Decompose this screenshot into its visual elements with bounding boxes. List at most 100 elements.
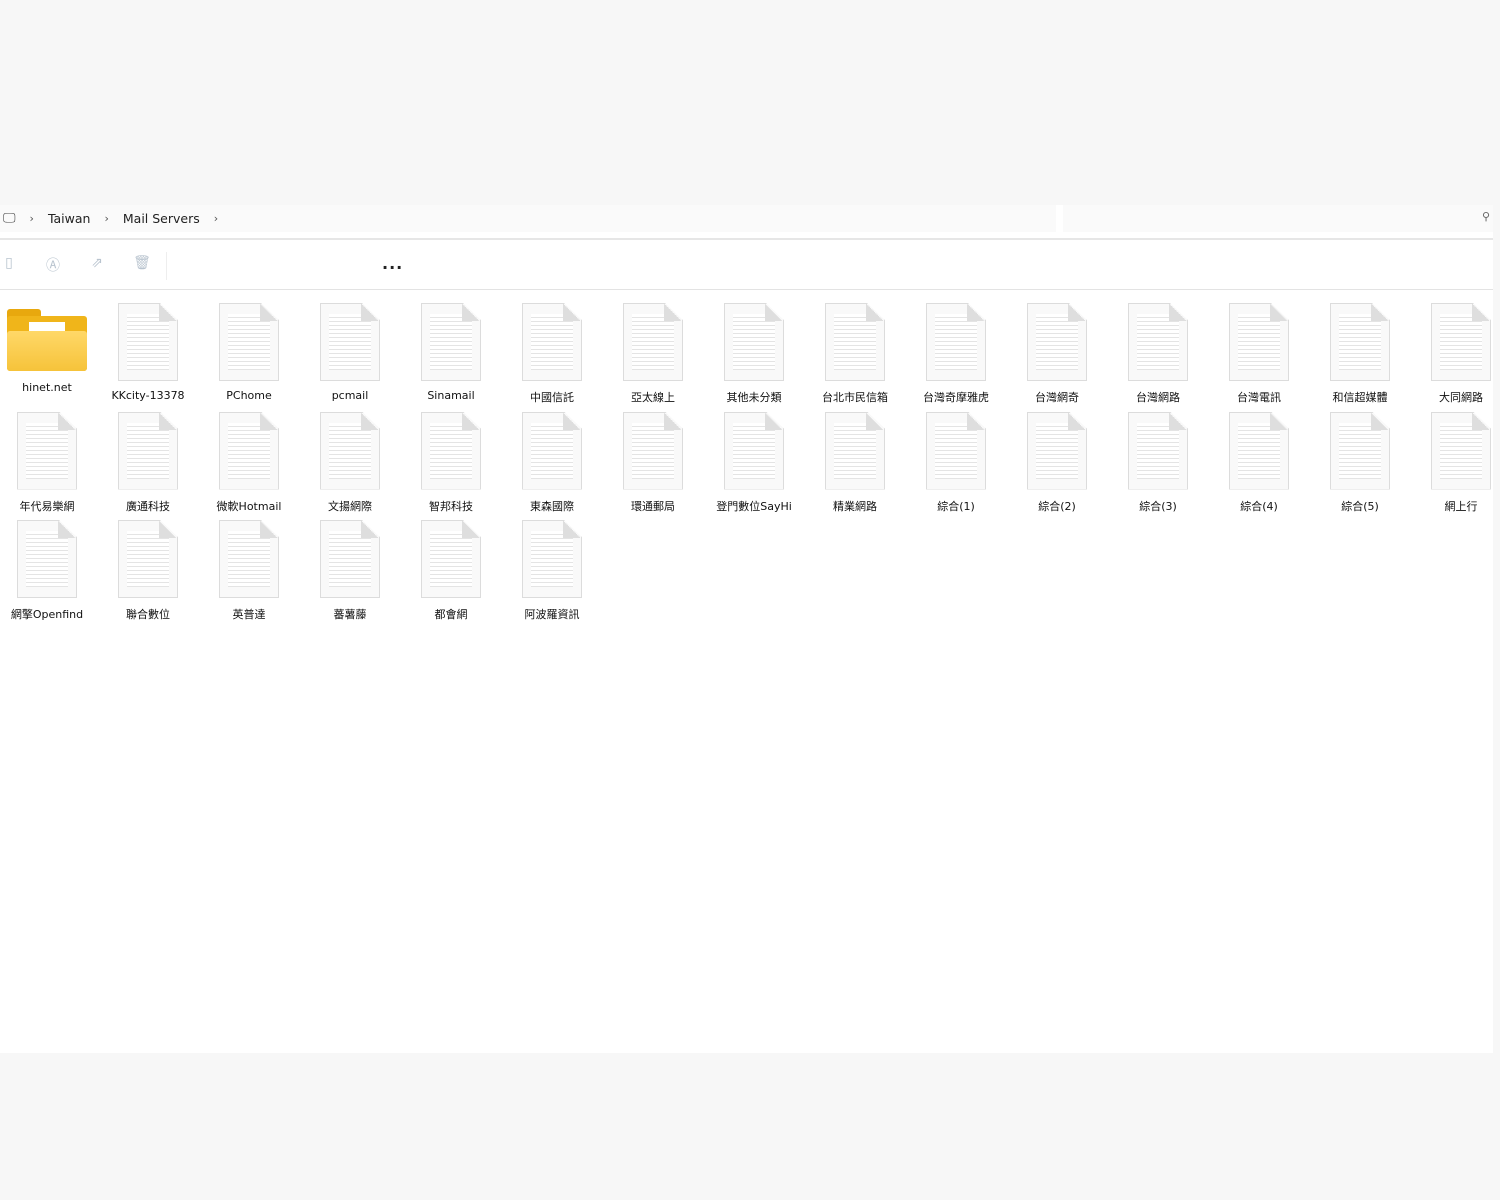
file-item[interactable]: 智邦科技	[401, 411, 501, 514]
file-name: 台北市民信箱	[822, 391, 888, 404]
document-icon	[1229, 303, 1289, 381]
file-item[interactable]: 亞太線上	[603, 303, 703, 405]
file-name: 蕃薯藤	[333, 608, 367, 621]
file-name: 其他未分類	[726, 391, 782, 404]
file-item[interactable]: 和信超媒體	[1310, 303, 1410, 405]
file-item[interactable]: 綜合(4)	[1209, 411, 1309, 514]
file-name: 和信超媒體	[1332, 391, 1388, 404]
file-item[interactable]: 廣通科技	[98, 411, 198, 514]
file-item[interactable]: 台灣奇摩雅虎	[906, 303, 1006, 405]
folder-icon	[7, 309, 87, 373]
file-name: 綜合(1)	[937, 499, 975, 513]
document-icon	[623, 303, 683, 381]
file-name: KKcity-13378	[111, 389, 185, 402]
file-item[interactable]: 綜合(3)	[1108, 411, 1208, 514]
document-icon	[219, 303, 279, 381]
document-icon	[1330, 303, 1390, 381]
document-icon	[926, 411, 986, 490]
document-icon	[219, 520, 279, 598]
file-item[interactable]: 中國信託	[502, 303, 602, 405]
file-item[interactable]: 台北市民信箱	[805, 303, 905, 405]
file-name: 台灣奇摩雅虎	[923, 391, 989, 404]
document-icon	[320, 411, 380, 490]
file-item[interactable]: 其他未分類	[704, 303, 804, 405]
address-bar[interactable]: 🖵 › Taiwan › Mail Servers ›	[0, 205, 1056, 232]
document-icon	[421, 303, 481, 381]
file-item[interactable]: 台灣網路	[1108, 303, 1208, 405]
document-icon	[1431, 303, 1491, 381]
file-item[interactable]: 台灣網奇	[1007, 303, 1107, 405]
file-item[interactable]: 文揚網際	[300, 411, 400, 514]
document-icon	[1128, 411, 1188, 490]
command-toolbar: ▯ Ⓐ ⇗ 🗑 ...	[0, 240, 1493, 290]
file-name: 阿波羅資訊	[524, 608, 580, 621]
file-name: PChome	[226, 389, 272, 402]
document-icon	[17, 411, 77, 490]
file-item[interactable]: 台灣電訊	[1209, 303, 1309, 405]
file-item[interactable]: 阿波羅資訊	[502, 520, 602, 622]
file-item[interactable]: 網上行	[1411, 411, 1500, 514]
file-name: 登門數位SayHi	[716, 499, 792, 513]
file-name: 綜合(5)	[1341, 499, 1379, 513]
file-item[interactable]: 東森國際	[502, 411, 602, 514]
delete-icon[interactable]: 🗑	[133, 255, 151, 273]
share-icon[interactable]: ⇗	[88, 255, 106, 273]
file-explorer-window: 🖵 › Taiwan › Mail Servers › ⚲ ▯ Ⓐ ⇗ 🗑 ..…	[0, 205, 1493, 1053]
document-icon	[421, 411, 481, 490]
document-icon	[17, 520, 77, 598]
file-item[interactable]: 精業網路	[805, 411, 905, 514]
file-item[interactable]: 環通郵局	[603, 411, 703, 514]
file-name: 網擎Openfind	[10, 608, 84, 621]
chevron-right-icon[interactable]: ›	[104, 212, 108, 225]
file-item[interactable]: KKcity-13378	[98, 303, 198, 402]
search-input[interactable]: ⚲	[1063, 205, 1493, 232]
file-name: 台灣電訊	[1237, 391, 1281, 404]
document-icon	[926, 303, 986, 381]
document-icon	[825, 303, 885, 381]
document-icon	[623, 411, 683, 490]
file-name: 綜合(4)	[1240, 499, 1278, 513]
file-item[interactable]: Sinamail	[401, 303, 501, 402]
file-name: 東森國際	[530, 499, 574, 513]
file-name: 亞太線上	[631, 391, 675, 404]
chevron-right-icon[interactable]: ›	[214, 212, 218, 225]
document-icon	[724, 303, 784, 381]
breadcrumb-mail-servers[interactable]: Mail Servers	[123, 211, 200, 226]
chevron-right-icon[interactable]: ›	[30, 212, 34, 225]
file-item[interactable]: PChome	[199, 303, 299, 402]
document-icon	[1431, 411, 1491, 490]
more-options-button[interactable]: ...	[382, 254, 403, 273]
document-icon	[522, 411, 582, 490]
folder-item[interactable]: hinet.net	[0, 303, 97, 394]
file-name: 精業網路	[833, 499, 877, 513]
file-name: 中國信託	[530, 391, 574, 404]
file-item[interactable]: 都會網	[401, 520, 501, 622]
file-item[interactable]: 微軟Hotmail	[199, 411, 299, 514]
file-item[interactable]: 大同網路	[1411, 303, 1500, 405]
breadcrumb-taiwan[interactable]: Taiwan	[48, 211, 91, 226]
file-item[interactable]: 蕃薯藤	[300, 520, 400, 622]
file-name: 台灣網奇	[1035, 391, 1079, 404]
rename-icon[interactable]: Ⓐ	[44, 255, 62, 274]
file-item[interactable]: 年代易樂網	[0, 411, 97, 514]
file-item[interactable]: 網擎Openfind	[0, 520, 97, 622]
file-name: 廣通科技	[126, 499, 170, 513]
document-icon	[825, 411, 885, 490]
file-item[interactable]: 綜合(2)	[1007, 411, 1107, 514]
file-name: 聯合數位	[126, 608, 170, 621]
computer-icon[interactable]: 🖵	[3, 211, 16, 226]
file-name: 大同網路	[1439, 391, 1483, 404]
paste-icon[interactable]: ▯	[0, 255, 18, 273]
document-icon	[320, 303, 380, 381]
search-icon[interactable]: ⚲	[1482, 210, 1490, 223]
file-item[interactable]: 英普達	[199, 520, 299, 622]
file-item[interactable]: 綜合(5)	[1310, 411, 1410, 514]
file-item[interactable]: pcmail	[300, 303, 400, 402]
document-icon	[522, 520, 582, 598]
file-item[interactable]: 登門數位SayHi	[704, 411, 804, 514]
document-icon	[421, 520, 481, 598]
file-name: Sinamail	[427, 389, 475, 402]
document-icon	[320, 520, 380, 598]
file-item[interactable]: 綜合(1)	[906, 411, 1006, 514]
file-item[interactable]: 聯合數位	[98, 520, 198, 622]
